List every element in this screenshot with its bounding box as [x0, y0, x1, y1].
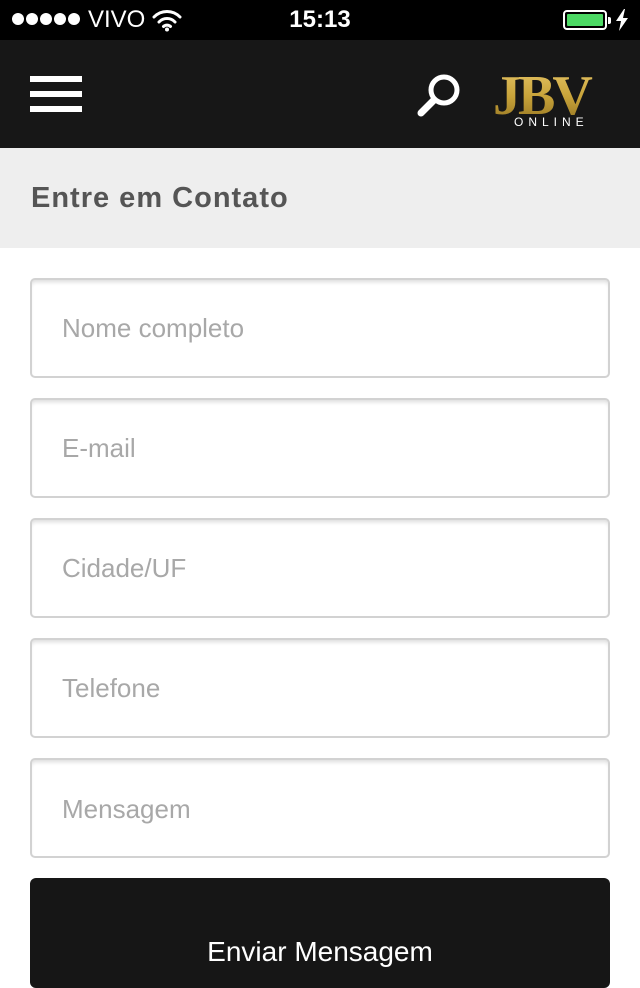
jbv-online-logo[interactable]: JBV ONLINE: [492, 60, 612, 130]
phone-field[interactable]: [30, 638, 610, 738]
charging-bolt-icon: [616, 9, 628, 31]
city-state-field[interactable]: [30, 518, 610, 618]
full-name-field[interactable]: [30, 278, 610, 378]
clock: 15:13: [289, 6, 351, 33]
battery-level: [567, 14, 603, 26]
logo-sub-text: ONLINE: [514, 115, 589, 129]
email-field[interactable]: [30, 398, 610, 498]
site-header: JBV ONLINE: [0, 40, 640, 148]
send-message-button[interactable]: Enviar Mensagem: [30, 878, 610, 988]
hamburger-menu-icon: [30, 91, 82, 97]
hamburger-menu-icon: [30, 76, 82, 82]
hamburger-menu-icon: [30, 106, 82, 112]
page-title: Entre em Contato: [31, 182, 289, 214]
section-title-bar: Entre em Contato: [0, 148, 640, 248]
menu-button[interactable]: [30, 76, 82, 112]
battery-icon: [563, 10, 611, 30]
message-field[interactable]: [30, 758, 610, 858]
search-icon[interactable]: [414, 72, 466, 120]
status-bar: VIVO 15:13: [0, 0, 640, 40]
